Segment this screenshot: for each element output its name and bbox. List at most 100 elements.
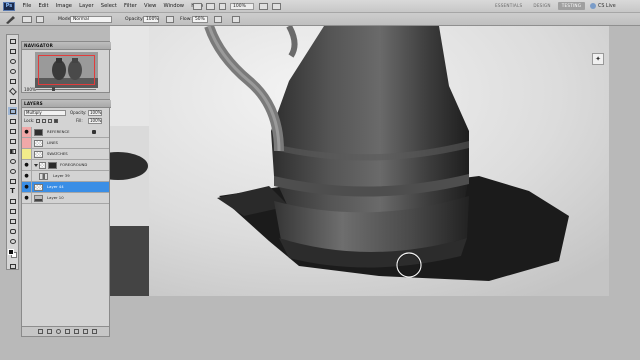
adjustment-layer-icon[interactable] xyxy=(65,329,70,334)
navigator-thumbnail[interactable] xyxy=(35,52,98,88)
shape-tool-icon[interactable] xyxy=(8,207,17,215)
menu-filter[interactable]: Filter xyxy=(120,0,140,13)
menu-edit[interactable]: Edit xyxy=(35,0,52,13)
divider xyxy=(31,193,32,203)
navigator-zoom-knob[interactable] xyxy=(52,87,55,91)
lock-position-icon[interactable] xyxy=(48,119,52,123)
mode-select[interactable]: Normal xyxy=(70,16,112,23)
zoom-tool-icon[interactable] xyxy=(8,237,17,245)
eraser-tool-icon[interactable] xyxy=(8,137,17,145)
layers-panel: LAYERS Multiply Opacity: 100% Lock: Fill… xyxy=(21,99,111,337)
zoom-level-select[interactable]: 100% xyxy=(230,3,254,10)
flow-field[interactable]: 50% xyxy=(192,16,208,23)
move-tool-icon[interactable] xyxy=(8,37,17,45)
divider xyxy=(31,138,32,148)
3d-rotate-tool-icon[interactable] xyxy=(8,217,17,225)
quick-mask-icon[interactable] xyxy=(8,262,17,270)
pressure-size-icon[interactable] xyxy=(232,16,240,23)
cs-live-icon xyxy=(590,2,596,9)
navigator-tab[interactable]: NAVIGATOR xyxy=(22,42,111,50)
mini-bridge-icon[interactable] xyxy=(206,3,215,10)
hand-tool-icon[interactable] xyxy=(8,227,17,235)
layer-row-layer-10[interactable]: ● Layer 10 xyxy=(22,193,109,204)
opacity-field[interactable]: 100% xyxy=(143,16,159,23)
blend-mode-select[interactable]: Multiply xyxy=(24,110,66,116)
gradient-tool-icon[interactable] xyxy=(8,147,17,155)
lock-label: Lock: xyxy=(24,118,35,123)
history-brush-tool-icon[interactable] xyxy=(8,127,17,135)
layer-row-swatches[interactable]: SWATCHES xyxy=(22,149,109,160)
layer-row-reference[interactable]: ● REFERENCE xyxy=(22,127,109,138)
path-select-tool-icon[interactable] xyxy=(8,197,17,205)
brush-preset-picker[interactable] xyxy=(22,16,32,23)
layer-group-foreground[interactable]: ● FOREGROUND xyxy=(22,160,109,171)
extras-icon[interactable] xyxy=(219,3,226,10)
new-layer-icon[interactable] xyxy=(83,329,88,334)
navigator-zoom-slider[interactable] xyxy=(36,89,96,90)
quick-select-tool-icon[interactable] xyxy=(8,67,17,75)
eye-icon[interactable]: ● xyxy=(23,127,30,137)
layer-row-layer-39[interactable]: ● Layer 39 xyxy=(22,171,109,182)
arrange-documents-icon[interactable] xyxy=(259,3,268,10)
eye-icon[interactable]: ● xyxy=(23,182,30,192)
fill-label: Fill: xyxy=(76,118,83,123)
new-group-icon[interactable] xyxy=(74,329,79,334)
layers-tab[interactable]: LAYERS xyxy=(22,100,111,108)
cs-live-button[interactable]: CS Live xyxy=(590,2,616,11)
navigator-zoom-value[interactable]: 100% xyxy=(24,87,36,92)
clone-stamp-tool-icon[interactable] xyxy=(8,117,17,125)
layer-row-lines[interactable]: LINES xyxy=(22,138,109,149)
brush-icon[interactable] xyxy=(4,15,18,24)
menu-window[interactable]: Window xyxy=(160,0,188,13)
layer-thumbnail xyxy=(34,184,43,191)
document-canvas[interactable] xyxy=(149,26,609,296)
brush-tool-icon[interactable] xyxy=(8,107,17,115)
menu-layer[interactable]: Layer xyxy=(76,0,98,13)
lock-all-icon[interactable] xyxy=(54,119,58,123)
layer-opacity-field[interactable]: 100% xyxy=(88,110,102,116)
menu-image[interactable]: Image xyxy=(52,0,75,13)
dodge-tool-icon[interactable] xyxy=(8,167,17,175)
tools-panel: T xyxy=(6,34,19,270)
eyedropper-tool-icon[interactable] xyxy=(8,87,17,95)
mask-icon[interactable] xyxy=(56,329,61,334)
eye-icon[interactable]: ● xyxy=(23,193,30,203)
painting-artwork xyxy=(149,26,609,296)
pen-tool-icon[interactable] xyxy=(8,177,17,185)
menu-select[interactable]: Select xyxy=(97,0,120,13)
eye-icon[interactable]: ● xyxy=(23,171,30,181)
menu-file[interactable]: File xyxy=(19,0,35,13)
screen-mode-icon[interactable] xyxy=(272,3,281,10)
layer-name: Layer 39 xyxy=(53,173,70,178)
options-bar: Mode: Normal Opacity: 100% Flow: 50% xyxy=(0,13,640,26)
layer-name: Layer 44 xyxy=(47,184,64,189)
type-tool-icon[interactable]: T xyxy=(8,187,17,195)
fx-icon[interactable] xyxy=(47,329,52,334)
push-pin-icon[interactable]: ✦ xyxy=(592,53,604,65)
workspace-design[interactable]: DESIGN xyxy=(529,2,554,10)
crop-tool-icon[interactable] xyxy=(8,77,17,85)
link-icon[interactable] xyxy=(38,329,43,334)
workspace-essentials[interactable]: ESSENTIALS xyxy=(491,2,526,10)
menu-view[interactable]: View xyxy=(140,0,160,13)
navigator-view-box[interactable] xyxy=(38,55,95,85)
lock-pixels-icon[interactable] xyxy=(42,119,46,123)
bridge-icon[interactable] xyxy=(193,3,202,10)
chevron-down-icon[interactable] xyxy=(34,163,38,167)
blur-tool-icon[interactable] xyxy=(8,157,17,165)
pressure-opacity-icon[interactable] xyxy=(166,16,174,23)
marquee-tool-icon[interactable] xyxy=(8,47,17,55)
workspace-testing[interactable]: TESTING xyxy=(557,2,586,10)
foreground-color-swatch[interactable] xyxy=(8,249,14,255)
eye-icon[interactable]: ● xyxy=(23,160,30,170)
layer-thumbnail xyxy=(39,173,48,180)
trash-icon[interactable] xyxy=(92,329,97,334)
healing-brush-tool-icon[interactable] xyxy=(8,97,17,105)
layer-name: Layer 10 xyxy=(47,195,64,200)
lasso-tool-icon[interactable] xyxy=(8,57,17,65)
layer-row-layer-44[interactable]: ● Layer 44 xyxy=(22,182,109,193)
brush-panel-toggle-icon[interactable] xyxy=(36,16,44,23)
fill-field[interactable]: 100% xyxy=(88,118,102,124)
airbrush-icon[interactable] xyxy=(214,16,222,23)
lock-transparent-icon[interactable] xyxy=(36,119,40,123)
